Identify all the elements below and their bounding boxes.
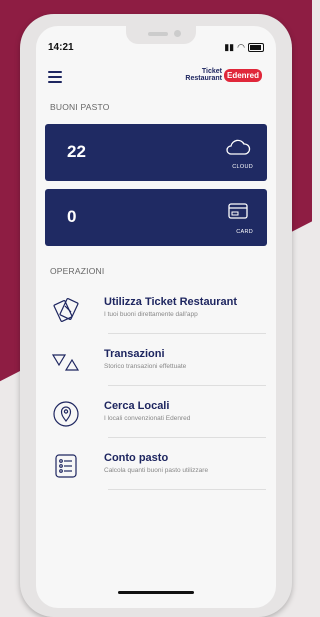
logo-badge: Edenred <box>223 68 262 82</box>
cloud-value: 22 <box>67 142 86 161</box>
logo: Ticket Restaurant Edenred <box>185 68 262 82</box>
op-subtitle: I locali convenzionati Edenred <box>104 415 191 422</box>
tickets-icon <box>53 298 79 322</box>
divider <box>108 333 266 334</box>
op-title: Conto pasto <box>104 452 169 464</box>
op-text: Conto pasto Calcola quanti buoni pasto u… <box>104 452 208 474</box>
op-text: Utilizza Ticket Restaurant I tuoi buoni … <box>104 296 237 318</box>
status-time: 14:21 <box>48 42 74 53</box>
section-operazioni: OPERAZIONI <box>50 266 105 276</box>
status-icons: ▮▮ ◠ <box>224 42 264 53</box>
camera <box>174 30 181 37</box>
cloud-balance-card[interactable]: 22 CLOUD <box>45 124 267 181</box>
app-screen: 14:21 ▮▮ ◠ Ticket Restaurant Edenred BUO… <box>36 26 276 608</box>
signal-icon: ▮▮ <box>224 42 235 52</box>
op-text: Transazioni Storico transazioni effettua… <box>104 348 186 370</box>
op-transazioni[interactable]: Transazioni Storico transazioni effettua… <box>50 338 270 386</box>
divider <box>108 437 266 438</box>
card-balance-card[interactable]: 0 CARD <box>45 189 267 246</box>
op-conto-pasto[interactable]: Conto pasto Calcola quanti buoni pasto u… <box>50 442 270 490</box>
card-value: 0 <box>67 207 77 226</box>
op-title: Cerca Locali <box>104 400 170 412</box>
location-icon <box>53 401 79 427</box>
card-icon <box>228 203 248 219</box>
logo-text: Ticket Restaurant <box>185 68 222 82</box>
cloud-label: CLOUD <box>232 164 253 170</box>
section-buoni-pasto: BUONI PASTO <box>50 102 110 112</box>
op-subtitle: I tuoi buoni direttamente dall'app <box>104 311 198 318</box>
op-subtitle: Calcola quanti buoni pasto utilizzare <box>104 467 209 474</box>
hamburger-icon[interactable] <box>48 71 62 83</box>
op-title: Transazioni <box>104 348 165 360</box>
op-title: Utilizza Ticket Restaurant <box>104 296 238 308</box>
cloud-icon <box>226 139 251 155</box>
transactions-icon <box>51 354 80 371</box>
home-indicator[interactable] <box>118 591 194 594</box>
op-text: Cerca Locali I locali convenzionati Eden… <box>104 400 190 422</box>
wifi-icon: ◠ <box>237 42 245 52</box>
op-cerca-locali[interactable]: Cerca Locali I locali convenzionati Eden… <box>50 390 270 438</box>
speaker <box>148 32 168 36</box>
checklist-icon <box>55 454 77 478</box>
battery-icon <box>248 43 264 52</box>
divider <box>108 489 266 490</box>
op-utilizza-ticket[interactable]: Utilizza Ticket Restaurant I tuoi buoni … <box>50 286 270 334</box>
op-subtitle: Storico transazioni effettuate <box>104 363 187 370</box>
card-label: CARD <box>236 229 253 235</box>
divider <box>108 385 266 386</box>
